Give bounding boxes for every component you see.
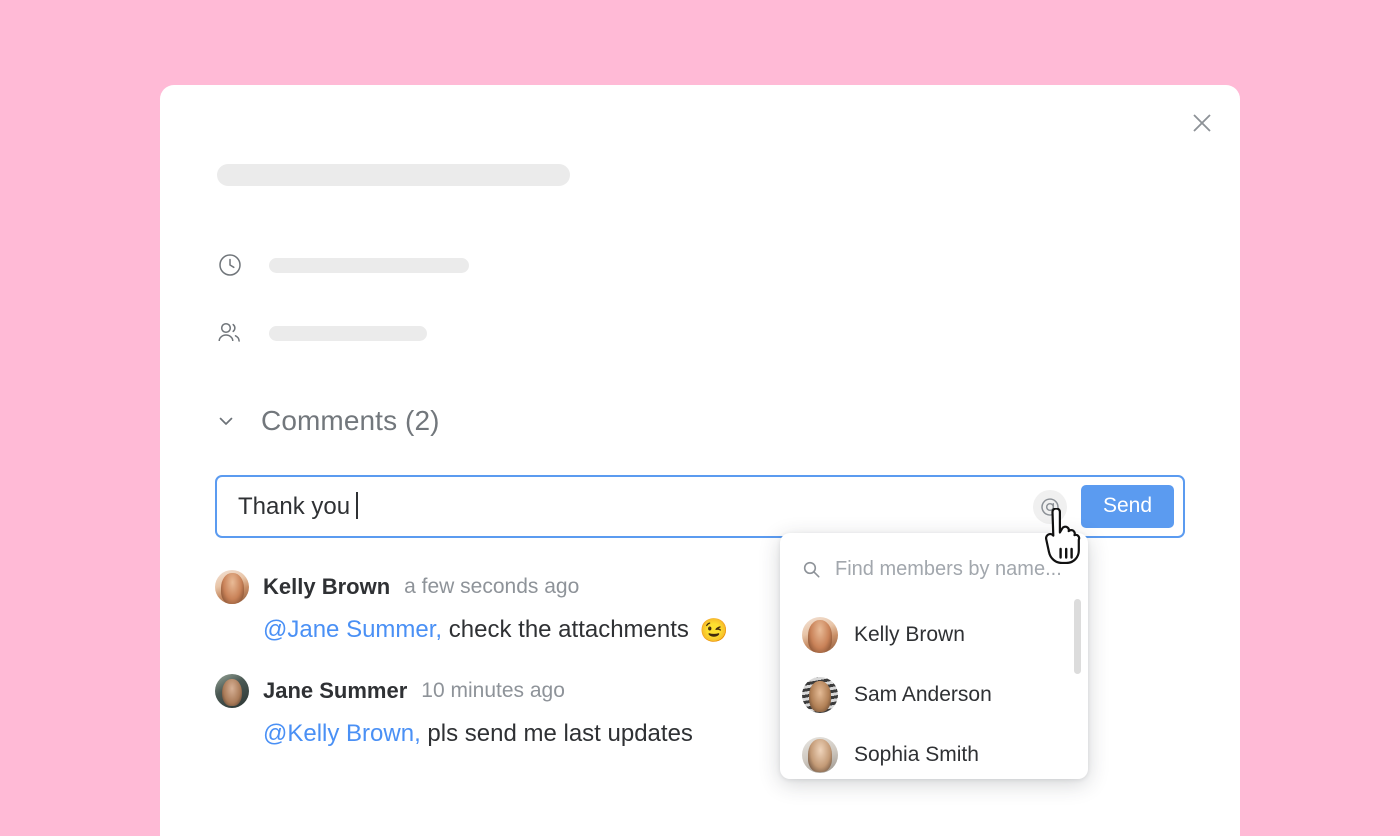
chevron-down-icon bbox=[215, 410, 237, 432]
close-button[interactable] bbox=[1186, 107, 1218, 139]
text-caret bbox=[356, 492, 359, 519]
avatar bbox=[802, 617, 838, 653]
comment-composer[interactable]: Thank you Send bbox=[215, 475, 1185, 538]
mention-search-input[interactable] bbox=[835, 557, 1066, 581]
comment-text: check the attachments bbox=[448, 616, 689, 643]
member-name: Sophia Smith bbox=[854, 743, 979, 766]
comment-text: pls send me last updates bbox=[427, 720, 693, 747]
meta-row-time bbox=[215, 250, 469, 280]
scrollbar-thumb[interactable] bbox=[1074, 599, 1081, 674]
comment-input-value: Thank you bbox=[238, 493, 351, 520]
comments-section-toggle[interactable]: Comments (2) bbox=[215, 405, 440, 437]
at-sign-icon[interactable] bbox=[1032, 489, 1067, 524]
people-icon bbox=[215, 318, 245, 348]
avatar bbox=[215, 674, 249, 708]
comment-input[interactable]: Thank you bbox=[217, 492, 1033, 521]
comment-author: Kelly Brown bbox=[263, 574, 391, 599]
mention-search-row bbox=[780, 533, 1088, 605]
meta-row-people bbox=[215, 318, 427, 348]
comment-emoji: 😉 bbox=[699, 616, 729, 643]
meta-skeleton-people bbox=[269, 325, 427, 341]
mention-dropdown: Kelly Brown Sam Anderson Sophia Smith bbox=[780, 533, 1088, 779]
list-item[interactable]: Sophia Smith bbox=[780, 725, 1088, 779]
comment-timestamp: a few seconds ago bbox=[404, 575, 580, 598]
avatar bbox=[215, 570, 249, 604]
list-item[interactable]: Kelly Brown bbox=[780, 605, 1088, 665]
send-button[interactable]: Send bbox=[1080, 485, 1174, 528]
member-name: Sam Anderson bbox=[854, 683, 992, 706]
comment-mention[interactable]: @Jane Summer, bbox=[263, 616, 442, 644]
search-icon bbox=[801, 559, 821, 579]
mention-member-list: Kelly Brown Sam Anderson Sophia Smith bbox=[780, 605, 1088, 779]
clock-icon bbox=[215, 250, 245, 280]
comments-heading: Comments (2) bbox=[261, 405, 440, 436]
close-icon bbox=[1193, 114, 1211, 132]
member-name: Kelly Brown bbox=[854, 623, 965, 646]
comment-timestamp: 10 minutes ago bbox=[421, 679, 565, 702]
avatar bbox=[802, 677, 838, 713]
list-item[interactable]: Sam Anderson bbox=[780, 665, 1088, 725]
meta-skeleton-time bbox=[269, 257, 469, 273]
title-skeleton bbox=[217, 164, 570, 186]
comment-mention[interactable]: @Kelly Brown, bbox=[263, 720, 421, 748]
avatar bbox=[802, 737, 838, 773]
comment-author: Jane Summer bbox=[263, 678, 408, 703]
